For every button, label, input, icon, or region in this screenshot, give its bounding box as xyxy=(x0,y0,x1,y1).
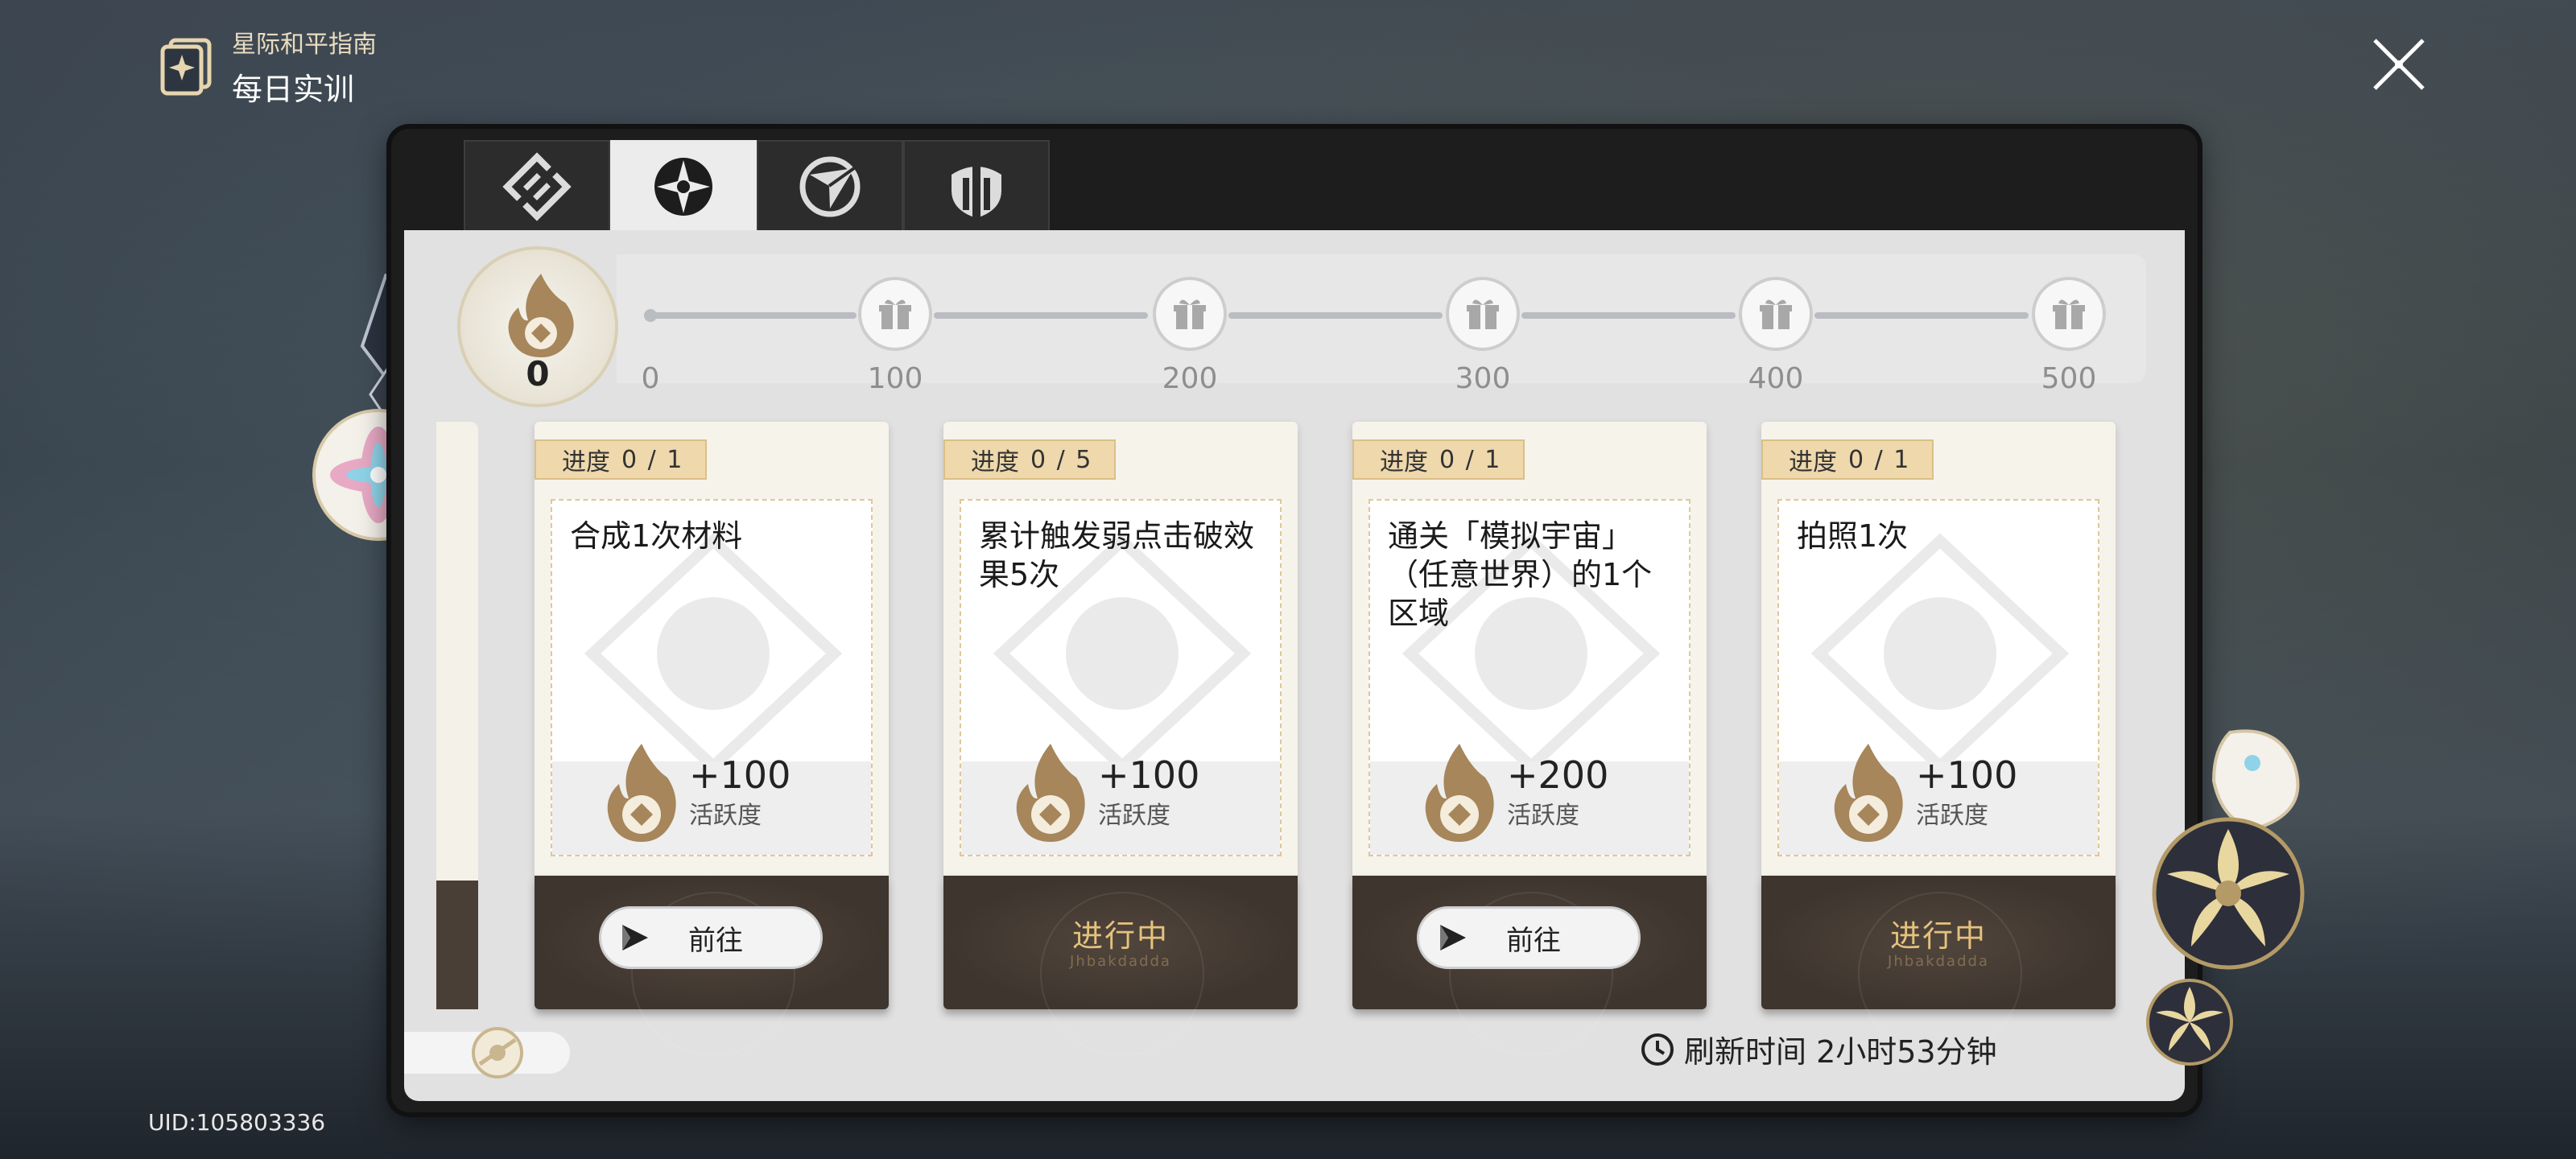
tab-bar xyxy=(464,140,1050,232)
milestone-start-label: 0 xyxy=(641,362,660,395)
gift-icon xyxy=(879,299,911,329)
milestone-gift-400[interactable] xyxy=(1739,277,1813,351)
panel-content: 0 100 200 300 400 500 0 进度 0 / 1 合成1次材料 … xyxy=(404,230,2185,1101)
progress-label: 进度 xyxy=(971,448,1019,476)
task-title: 通关「模拟宇宙」（任意世界）的1个区域 xyxy=(1388,518,1653,631)
reward-label: 活跃度 xyxy=(1916,802,1988,830)
go-button-label: 前往 xyxy=(688,924,743,957)
gift-icon xyxy=(1467,299,1499,329)
milestone-label: 100 xyxy=(867,362,923,395)
guide-book-icon xyxy=(160,38,212,95)
milestone-label: 300 xyxy=(1455,362,1511,395)
daily-training-panel: 0 100 200 300 400 500 0 进度 0 / 1 合成1次材料 … xyxy=(391,129,2198,1112)
milestone-gift-300[interactable] xyxy=(1446,277,1520,351)
reward-label: 活跃度 xyxy=(1098,802,1170,830)
in-progress-sublabel: Jhbakdadda xyxy=(1070,953,1171,970)
in-progress-status: 进行中 Jhbakdadda xyxy=(943,876,1298,1056)
progress-value: 0 / 1 xyxy=(621,445,684,474)
tab-emblem-1-icon xyxy=(502,152,572,221)
tab-emblem-4-icon xyxy=(952,155,1001,218)
in-progress-label: 进行中 xyxy=(1889,918,1987,954)
milestone-label: 500 xyxy=(2041,362,2097,395)
activity-points-badge: 0 xyxy=(457,246,618,407)
progress-segment xyxy=(1228,312,1443,319)
tab-3[interactable] xyxy=(757,140,903,232)
go-button[interactable]: 前往 xyxy=(1417,906,1641,969)
header: 星际和平指南 每日实训 xyxy=(155,24,377,109)
gift-icon xyxy=(1760,299,1792,329)
activity-flame-icon xyxy=(607,744,676,842)
milestone-gift-500[interactable] xyxy=(2032,277,2106,351)
task-card: 进度 0 / 1 拍照1次 +100 活跃度 进行中 Jhbakdadda xyxy=(1761,422,2116,1056)
progress-value: 0 / 1 xyxy=(1439,445,1502,474)
progress-label: 进度 xyxy=(1789,448,1837,476)
go-button-label: 前往 xyxy=(1506,924,1561,957)
milestone-gift-100[interactable] xyxy=(858,277,932,351)
header-subtitle: 星际和平指南 xyxy=(232,31,377,59)
progress-segment xyxy=(1521,312,1736,319)
progress-segment xyxy=(1814,312,2029,319)
tab-emblem-3-icon xyxy=(799,156,861,217)
card-watermark-emblem xyxy=(584,533,842,774)
task-reward: +200 活跃度 xyxy=(1422,740,1608,843)
navigate-arrow-icon xyxy=(1440,925,1466,951)
reward-amount: +100 xyxy=(1098,753,1200,797)
milestone-label: 200 xyxy=(1162,362,1218,395)
tab-2[interactable] xyxy=(610,140,757,232)
tab-4[interactable] xyxy=(903,140,1050,232)
task-card: 进度 0 / 5 累计触发弱点击破效果5次 +100 活跃度 进行中 Jhbak… xyxy=(943,422,1298,1056)
navigate-arrow-icon xyxy=(622,925,648,951)
progress-value: 0 / 5 xyxy=(1030,445,1093,474)
task-card: 进度 0 / 1 通关「模拟宇宙」（任意世界）的1个区域 +200 活跃度 前往 xyxy=(1352,422,1707,1056)
progress-label: 进度 xyxy=(562,448,610,476)
reward-amount: +100 xyxy=(689,753,791,797)
activity-points-value: 0 xyxy=(526,354,550,394)
gift-icon xyxy=(2053,299,2085,329)
activity-flame-icon xyxy=(1834,744,1903,842)
faction-emblem-icon xyxy=(472,1027,523,1079)
activity-flame-icon xyxy=(1425,744,1494,842)
milestone-label: 400 xyxy=(1748,362,1804,395)
gift-icon xyxy=(1174,299,1206,329)
task-title: 累计触发弱点击破效果5次 xyxy=(979,518,1255,592)
in-progress-status: 进行中 Jhbakdadda xyxy=(1761,876,2116,1056)
uid-label: UID:105803336 xyxy=(148,1109,326,1136)
progress-value: 0 / 1 xyxy=(1848,445,1911,474)
page-title: 每日实训 xyxy=(232,72,355,107)
task-reward: +100 活跃度 xyxy=(1831,740,2017,843)
milestone-gift-200[interactable] xyxy=(1153,277,1227,351)
refresh-timer: 刷新时间 2小时53分钟 xyxy=(1641,1027,1997,1071)
go-button[interactable]: 前往 xyxy=(599,906,823,969)
task-title: 合成1次材料 xyxy=(570,518,743,554)
progress-segment xyxy=(934,312,1148,319)
partial-task-card xyxy=(436,422,478,1009)
activity-progress-track: 0 100 200 300 400 500 xyxy=(617,254,2146,395)
progress-chip: 进度 0 / 1 xyxy=(1352,439,1525,480)
task-title: 拍照1次 xyxy=(1797,518,1909,554)
card-watermark-emblem xyxy=(1811,533,2069,774)
in-progress-label: 进行中 xyxy=(1071,918,1169,954)
progress-chip: 进度 0 / 1 xyxy=(535,439,707,480)
tab-1[interactable] xyxy=(464,140,610,232)
bottom-emblem-tag xyxy=(404,1027,570,1079)
clock-icon xyxy=(1641,1033,1674,1066)
task-reward: +100 活跃度 xyxy=(1013,740,1199,843)
reward-amount: +200 xyxy=(1507,753,1609,797)
activity-flame-icon xyxy=(508,274,574,357)
tab-emblem-2-icon xyxy=(654,158,712,216)
refresh-timer-text: 刷新时间 2小时53分钟 xyxy=(1684,1034,1997,1070)
in-progress-sublabel: Jhbakdadda xyxy=(1888,953,1989,970)
reward-label: 活跃度 xyxy=(689,802,762,830)
progress-label: 进度 xyxy=(1380,448,1428,476)
progress-segment xyxy=(649,312,857,319)
reward-label: 活跃度 xyxy=(1507,802,1579,830)
task-reward: +100 活跃度 xyxy=(604,740,791,843)
reward-amount: +100 xyxy=(1916,753,2018,797)
task-card: 进度 0 / 1 合成1次材料 +100 活跃度 前往 xyxy=(535,422,889,1056)
close-icon[interactable] xyxy=(2367,32,2431,97)
progress-chip: 进度 0 / 1 xyxy=(1761,439,1934,480)
activity-flame-icon xyxy=(1016,744,1085,842)
progress-chip: 进度 0 / 5 xyxy=(943,439,1116,480)
decorative-flower-ornament xyxy=(2146,729,2305,1066)
